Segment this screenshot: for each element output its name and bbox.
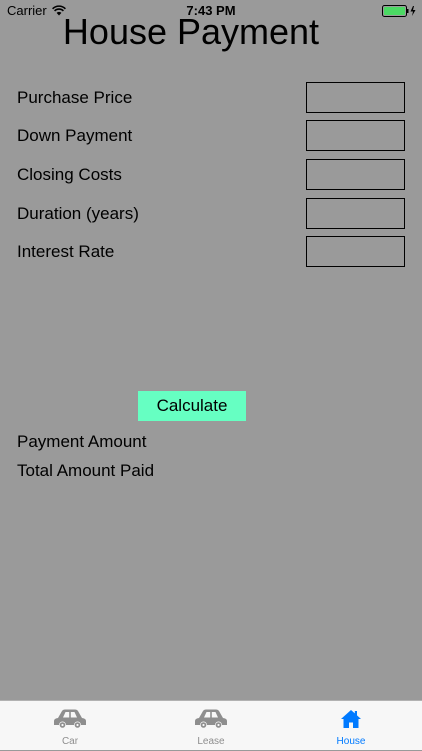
payment-amount-label: Payment Amount [17,432,147,451]
calculate-button[interactable]: Calculate [138,391,246,421]
home-icon [341,710,361,728]
car-icon [195,709,227,728]
interest-rate-row: Interest Rate [0,236,422,268]
tab-lease[interactable]: Lease [141,701,281,751]
page-title: House Payment [62,11,320,52]
closing-costs-row: Closing Costs [0,159,422,191]
tab-lease-label: Lease [197,736,225,747]
purchase-price-input[interactable] [306,82,405,113]
tab-bar: Car Lease House [0,700,422,750]
down-payment-row: Down Payment [0,120,422,152]
total-amount-paid-label: Total Amount Paid [17,461,155,480]
purchase-price-label: Purchase Price [17,88,133,107]
battery-icon [382,5,416,17]
purchase-price-row: Purchase Price [0,82,422,114]
interest-rate-input[interactable] [306,236,405,267]
closing-costs-label: Closing Costs [17,165,122,184]
closing-costs-input[interactable] [306,159,405,190]
down-payment-label: Down Payment [17,126,133,145]
duration-row: Duration (years) [0,198,422,230]
tab-car[interactable]: Car [0,701,140,751]
interest-rate-label: Interest Rate [17,242,115,261]
down-payment-input[interactable] [306,120,405,151]
car-icon [54,709,86,728]
tab-house[interactable]: House [281,701,421,751]
tab-car-label: Car [61,736,79,747]
duration-input[interactable] [306,198,405,229]
tab-house-label: House [336,736,366,747]
duration-label: Duration (years) [17,204,139,223]
